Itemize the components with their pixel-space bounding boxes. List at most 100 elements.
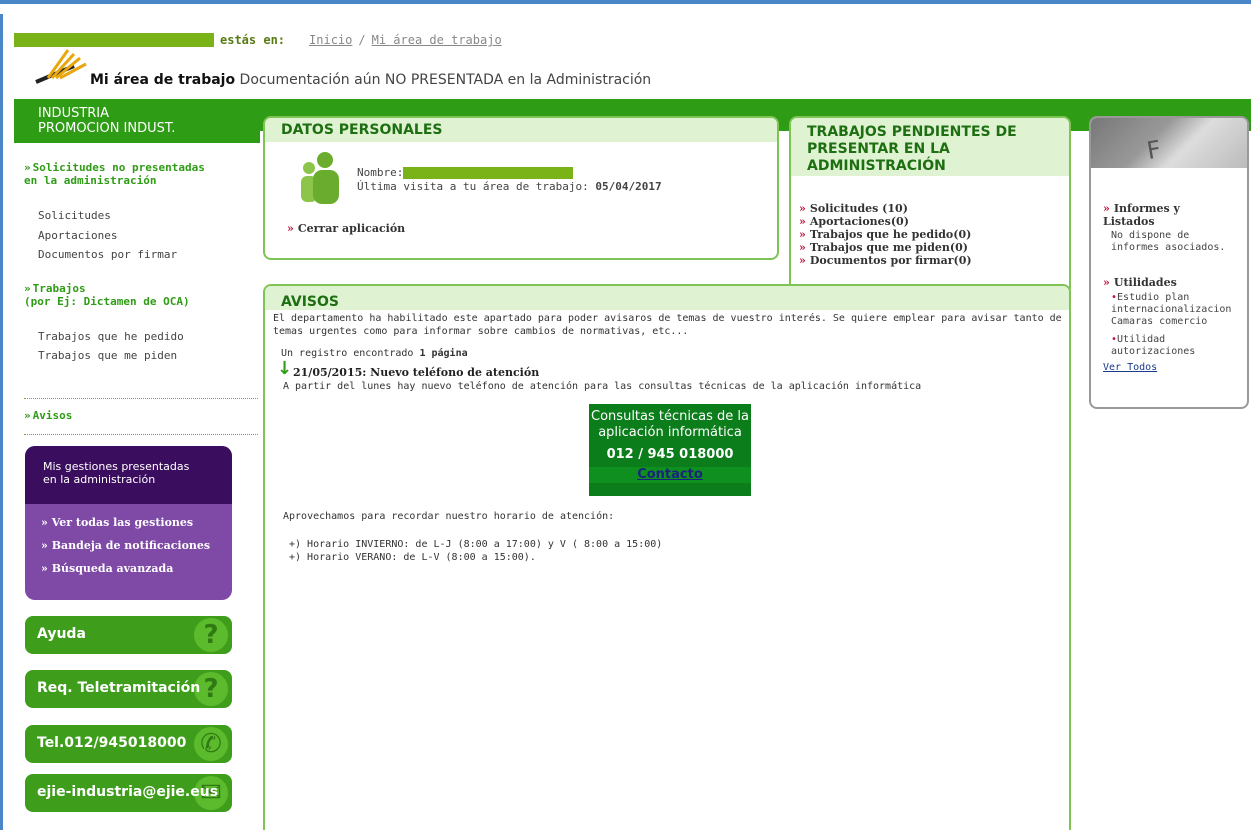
contact-link[interactable]: Contacto	[589, 467, 751, 483]
section-label: Avisos	[32, 409, 73, 422]
sidebar-section-avisos[interactable]: » Avisos	[24, 409, 72, 422]
divider	[24, 398, 258, 399]
aviso-text: A partir del lunes hay nuevo teléfono de…	[283, 381, 922, 392]
util-label-line2: internacionalizacion	[1111, 304, 1232, 315]
section-label-line2: en la administración	[24, 174, 157, 187]
sidebar-section-trabajos[interactable]: » Trabajos (por Ej: Dictamen de OCA)	[24, 282, 190, 308]
button-label: Tel.012/945018000	[37, 735, 187, 751]
informes-heading[interactable]: » Informes y Listados	[1103, 202, 1180, 228]
contact-line1: Consultas técnicas de la	[591, 409, 749, 424]
ver-todos-link[interactable]: Ver Todos	[1103, 362, 1157, 373]
button-label: ejie-industria@ejie.eus	[37, 784, 219, 800]
sidebar-item-trabajos-pedido[interactable]: Trabajos que he pedido	[38, 330, 184, 343]
double-chevron-icon: »	[799, 202, 806, 215]
sidebar-title-line2: PROMOCION INDUST.	[38, 121, 176, 136]
trabajos-title: TRABAJOS PENDIENTES DE PRESENTAR EN LA A…	[791, 118, 1069, 176]
utilidad-autorizaciones[interactable]: •Utilidad autorizaciones	[1111, 334, 1195, 358]
double-chevron-icon: »	[799, 215, 806, 228]
right-column: F » Informes y Listados No dispone de inf…	[1089, 116, 1249, 409]
keyboard-letter: F	[1144, 135, 1164, 165]
informes-text-line2: informes asociados.	[1111, 242, 1226, 253]
logout-link[interactable]: » Cerrar aplicación	[287, 222, 405, 235]
util-label-line3: Camaras comercio	[1111, 316, 1208, 327]
last-visit-label: Última visita a tu área de trabajo:	[357, 180, 589, 193]
question-icon: ?	[194, 618, 228, 652]
sidebar-item-documentos[interactable]: Documentos por firmar	[38, 248, 177, 261]
sidebar-item-trabajos-piden[interactable]: Trabajos que me piden	[38, 349, 177, 362]
horario-intro: Aprovechamos para recordar nuestro horar…	[283, 511, 615, 522]
top-border	[0, 0, 1251, 14]
avisos-title: AVISOS	[265, 286, 1069, 310]
trabajos-item-documentos[interactable]: » Documentos por firmar(0)	[799, 254, 972, 267]
trabajos-item-aportaciones[interactable]: » Aportaciones(0)	[799, 215, 972, 228]
trabajos-item-pedido[interactable]: » Trabajos que he pedido(0)	[799, 228, 972, 241]
ver-todas-gestiones-link[interactable]: » Ver todas las gestiones	[41, 516, 193, 529]
informes-text: No dispone de informes asociados.	[1111, 230, 1225, 254]
ayuda-button[interactable]: Ayuda ?	[25, 616, 232, 654]
breadcrumb-label: estás en:	[220, 33, 286, 47]
divider	[24, 434, 258, 435]
aviso-title[interactable]: 21/05/2015: Nuevo teléfono de atención	[293, 366, 539, 379]
gestiones-title-line1: Mis gestiones presentadas	[43, 460, 190, 473]
telefono-button[interactable]: Tel.012/945018000 ✆	[25, 725, 232, 763]
page-title-bold: Mi área de trabajo	[90, 72, 236, 88]
horario-list: +) Horario INVIERNO: de L-J (8:00 a 17:0…	[289, 538, 662, 564]
link-label: Bandeja de notificaciones	[51, 539, 211, 552]
avisos-count: Un registro encontrado 1 página	[281, 348, 468, 359]
sidebar-section-solicitudes[interactable]: » Solicitudes no presentadas en la admini…	[24, 161, 205, 187]
util-label: Estudio plan	[1117, 292, 1190, 303]
item-label: Trabajos que me piden(0)	[809, 241, 968, 254]
brand-logo-icon	[35, 49, 87, 84]
heading-label-line2: Listados	[1103, 215, 1155, 228]
gestiones-box: Mis gestiones presentadas en la administ…	[25, 446, 232, 600]
trabajos-item-piden[interactable]: » Trabajos que me piden(0)	[799, 241, 972, 254]
button-label: Ayuda	[37, 626, 86, 642]
heading-label: Informes y	[1113, 202, 1180, 215]
double-chevron-icon: »	[799, 241, 806, 254]
datos-personales-title: DATOS PERSONALES	[265, 118, 777, 142]
double-chevron-icon: »	[799, 254, 806, 267]
trabajos-title-line3: ADMINISTRACIÓN	[807, 158, 946, 174]
utilidades-heading: » Utilidades	[1103, 276, 1177, 289]
page-title: Mi área de trabajo Documentación aún NO …	[90, 72, 651, 88]
page-count: 1 página	[419, 348, 468, 359]
item-label: Solicitudes (10)	[809, 202, 908, 215]
link-label: Búsqueda avanzada	[51, 562, 174, 575]
left-sidebar: INDUSTRIA PROMOCION INDUST. » Solicitudes…	[14, 99, 260, 830]
double-chevron-icon: »	[24, 161, 31, 174]
users-icon	[301, 152, 339, 204]
double-chevron-icon: »	[1103, 276, 1110, 289]
utilidad-estudio-plan[interactable]: •Estudio plan internacionalizacion Camar…	[1111, 292, 1231, 328]
user-name-bar	[14, 33, 214, 47]
util-label: Utilidad	[1117, 334, 1166, 345]
double-chevron-icon: »	[1103, 202, 1110, 215]
left-border	[0, 14, 3, 830]
heading-label: Utilidades	[1113, 276, 1177, 289]
bandeja-notificaciones-link[interactable]: » Bandeja de notificaciones	[41, 539, 210, 552]
item-label: Aportaciones(0)	[809, 215, 909, 228]
sidebar-item-solicitudes[interactable]: Solicitudes	[38, 209, 111, 222]
breadcrumb-separator: /	[358, 33, 366, 47]
util-label-line2: autorizaciones	[1111, 346, 1196, 357]
informes-text-line1: No dispone de	[1111, 230, 1190, 241]
trabajos-title-line2: PRESENTAR EN LA	[807, 141, 950, 157]
sidebar-item-aportaciones[interactable]: Aportaciones	[38, 229, 117, 242]
email-button[interactable]: ejie-industria@ejie.eus ✉	[25, 774, 232, 812]
phone-icon: ✆	[194, 727, 228, 761]
trabajos-pendientes-panel: TRABAJOS PENDIENTES DE PRESENTAR EN LA A…	[789, 116, 1071, 296]
button-label: Req. Teletramitación	[37, 680, 201, 696]
trabajos-title-line1: TRABAJOS PENDIENTES DE	[807, 124, 1017, 140]
user-info: Nombre: Última visita a tu área de traba…	[357, 166, 662, 194]
item-label: Trabajos que he pedido(0)	[809, 228, 972, 241]
breadcrumb-inicio[interactable]: Inicio	[309, 33, 352, 47]
gestiones-title-line2: en la administración	[43, 473, 156, 486]
busqueda-avanzada-link[interactable]: » Búsqueda avanzada	[41, 562, 173, 575]
section-label: Solicitudes no presentadas	[32, 161, 205, 174]
trabajos-item-solicitudes[interactable]: » Solicitudes (10)	[799, 202, 972, 215]
req-teletramitacion-button[interactable]: Req. Teletramitación ?	[25, 670, 232, 708]
breadcrumb-mi-area[interactable]: Mi área de trabajo	[372, 33, 502, 47]
section-label-line2: (por Ej: Dictamen de OCA)	[24, 295, 190, 308]
name-label: Nombre:	[357, 166, 404, 179]
datos-personales-panel: DATOS PERSONALES Nombre: Última visita a…	[263, 116, 779, 260]
contact-line2: aplicación informática	[598, 425, 742, 440]
